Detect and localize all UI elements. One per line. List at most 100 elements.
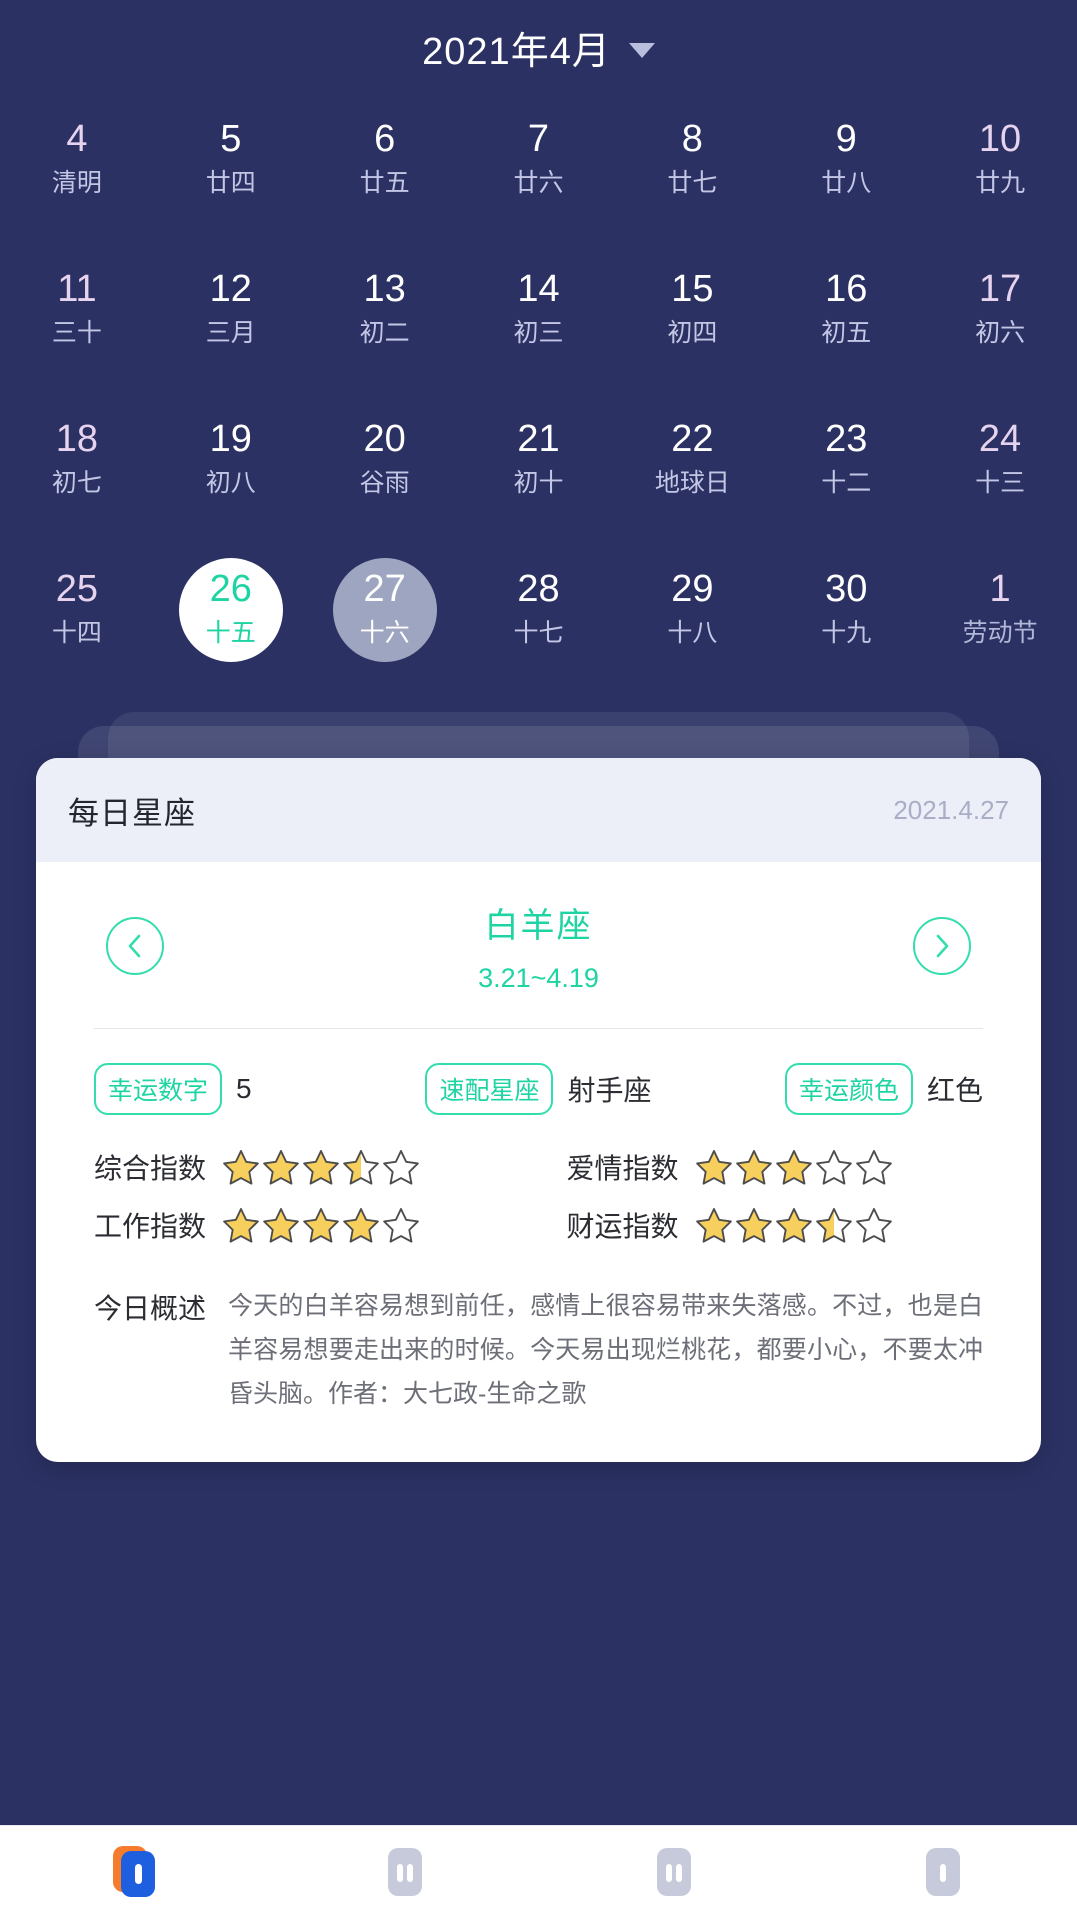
calendar-day-9[interactable]: 9 廿八 (769, 106, 923, 256)
day-number: 11 (57, 268, 97, 310)
icon-shape-plate (387, 1847, 422, 1896)
star-icon-full (223, 1150, 259, 1185)
icon-shape-slit (940, 1863, 947, 1882)
ratings-section: 综合指数 爱情指数 工作指数 财运指数 (36, 1125, 1041, 1269)
day-lunar-label: 初三 (513, 318, 564, 347)
day-number: 14 (517, 268, 560, 310)
day-lunar-label: 三月 (205, 318, 256, 347)
nav-item-2[interactable] (269, 1826, 538, 1917)
calendar-day-15[interactable]: 15 初四 (615, 256, 769, 406)
horoscope-title: 每日星座 (68, 795, 196, 831)
day-number: 26 (209, 568, 252, 610)
calendar-day-17[interactable]: 17 初六 (923, 256, 1077, 406)
calendar-day-21[interactable]: 21 初十 (462, 406, 616, 556)
day-number: 15 (671, 268, 714, 310)
star-icon-empty (383, 1208, 419, 1243)
calendar-day-12[interactable]: 12 三月 (154, 256, 308, 406)
day-lunar-label: 十三 (975, 468, 1026, 497)
prev-sign-button[interactable] (106, 917, 164, 975)
rating-row: 综合指数 爱情指数 (94, 1147, 983, 1187)
calendar-day-11[interactable]: 11 三十 (0, 256, 154, 406)
rating-stars (695, 1206, 893, 1244)
horoscope-card: 每日星座 2021.4.27 白羊座 3.21~4.19 幸运数字 5 速配星座… (36, 758, 1041, 1463)
page-title: 2021年4月 (422, 30, 611, 73)
nav-item-4[interactable] (808, 1826, 1077, 1917)
chevron-right-icon (936, 934, 949, 958)
day-number: 23 (825, 418, 868, 460)
calendar-day-8[interactable]: 8 廿七 (615, 106, 769, 256)
day-number: 9 (835, 118, 857, 160)
zodiac-sign-info: 白羊座 3.21~4.19 (478, 898, 599, 994)
month-header[interactable]: 2021年4月 (0, 0, 1077, 88)
horoscope-card-header: 每日星座 2021.4.27 (36, 758, 1041, 862)
icon-shape-slit (676, 1863, 683, 1882)
lucky-attribute-value: 射手座 (567, 1075, 652, 1106)
calendar-day-30[interactable]: 30 十九 (769, 556, 923, 706)
calendar-day-29[interactable]: 29 十八 (615, 556, 769, 706)
calendar-day-4[interactable]: 4 清明 (0, 106, 154, 256)
day-lunar-label: 初十 (513, 468, 564, 497)
rating-row: 工作指数 财运指数 (94, 1205, 983, 1245)
rating-label: 工作指数 (94, 1211, 207, 1242)
calendar-day-16[interactable]: 16 初五 (769, 256, 923, 406)
rating-item: 工作指数 (94, 1205, 511, 1245)
day-number: 21 (517, 418, 560, 460)
day-number: 27 (363, 568, 406, 610)
calendar-day-23[interactable]: 23 十二 (769, 406, 923, 556)
lucky-attribute: 幸运颜色 红色 (687, 1063, 983, 1115)
calendar-day-5[interactable]: 5 廿四 (154, 106, 308, 256)
day-lunar-label: 初五 (821, 318, 872, 347)
calendar-day-22[interactable]: 22 地球日 (615, 406, 769, 556)
star-icon-full (735, 1150, 772, 1185)
calendar-week-row: 25 十四 26 十五 27 十六 28 十七 29 十八 30 十九 1 劳动节 (0, 556, 1077, 706)
day-number: 6 (374, 118, 396, 160)
star-icon-full (303, 1150, 339, 1185)
day-lunar-label: 廿七 (667, 168, 718, 197)
day-number: 29 (671, 568, 714, 610)
calendar-day-24[interactable]: 24 十三 (923, 406, 1077, 556)
day-number: 30 (825, 568, 868, 610)
calendar-day-25[interactable]: 25 十四 (0, 556, 154, 706)
day-number: 19 (209, 418, 252, 460)
lucky-attribute: 幸运数字 5 (94, 1063, 390, 1115)
day-lunar-label: 地球日 (654, 468, 730, 497)
calendar-day-19[interactable]: 19 初八 (154, 406, 308, 556)
calendar-day-28[interactable]: 28 十七 (462, 556, 616, 706)
calendar-day-14[interactable]: 14 初三 (462, 256, 616, 406)
day-lunar-label: 劳动节 (962, 618, 1038, 647)
icon-shape-slit (406, 1863, 413, 1882)
day-lunar-label: 十六 (359, 618, 410, 647)
calendar-day-20[interactable]: 20 谷雨 (308, 406, 462, 556)
star-icon-full (303, 1208, 339, 1243)
day-lunar-label: 廿九 (975, 168, 1026, 197)
horoscope-date: 2021.4.27 (893, 794, 1009, 825)
calendar-day-10[interactable]: 10 廿九 (923, 106, 1077, 256)
calendar-day-6[interactable]: 6 廿五 (308, 106, 462, 256)
lucky-attribute-label: 速配星座 (425, 1063, 554, 1115)
calendar-day-13[interactable]: 13 初二 (308, 256, 462, 406)
icon-shape-plate (657, 1847, 692, 1896)
star-icon-half (815, 1208, 852, 1243)
chevron-down-icon[interactable] (628, 42, 655, 58)
calendar-day-7[interactable]: 7 廿六 (462, 106, 616, 256)
card-stack: 每日星座 2021.4.27 白羊座 3.21~4.19 幸运数字 5 速配星座… (0, 712, 1077, 1917)
calendar-day-26[interactable]: 26 十五 (154, 556, 308, 706)
calendar-day-27[interactable]: 27 十六 (308, 556, 462, 706)
day-number: 1 (989, 568, 1011, 610)
calendar-week-row: 18 初七 19 初八 20 谷雨 21 初十 22 地球日 23 十二 24 十三 (0, 406, 1077, 556)
star-icon-full (775, 1208, 812, 1243)
star-icon-half (343, 1150, 379, 1185)
day-lunar-label: 清明 (51, 168, 102, 197)
lucky-attributes-row: 幸运数字 5 速配星座 射手座 幸运颜色 红色 (36, 1029, 1041, 1125)
zodiac-sign-name: 白羊座 (484, 907, 593, 945)
zodiac-sign-selector: 白羊座 3.21~4.19 (36, 862, 1041, 1022)
rating-stars (222, 1206, 420, 1244)
calendar-grid: 4 清明 5 廿四 6 廿五 7 廿六 8 廿七 9 廿八 10 廿九 11 三十 12 三月 13 初二 14 初三 15… (0, 88, 1077, 706)
calendar-day-1[interactable]: 1 劳动节 (923, 556, 1077, 706)
nav-item-1[interactable] (0, 1826, 269, 1917)
day-lunar-label: 廿五 (359, 168, 410, 197)
next-sign-button[interactable] (913, 917, 971, 975)
calendar-day-18[interactable]: 18 初七 (0, 406, 154, 556)
nav-item-3[interactable] (539, 1826, 808, 1917)
day-number: 7 (527, 118, 550, 160)
